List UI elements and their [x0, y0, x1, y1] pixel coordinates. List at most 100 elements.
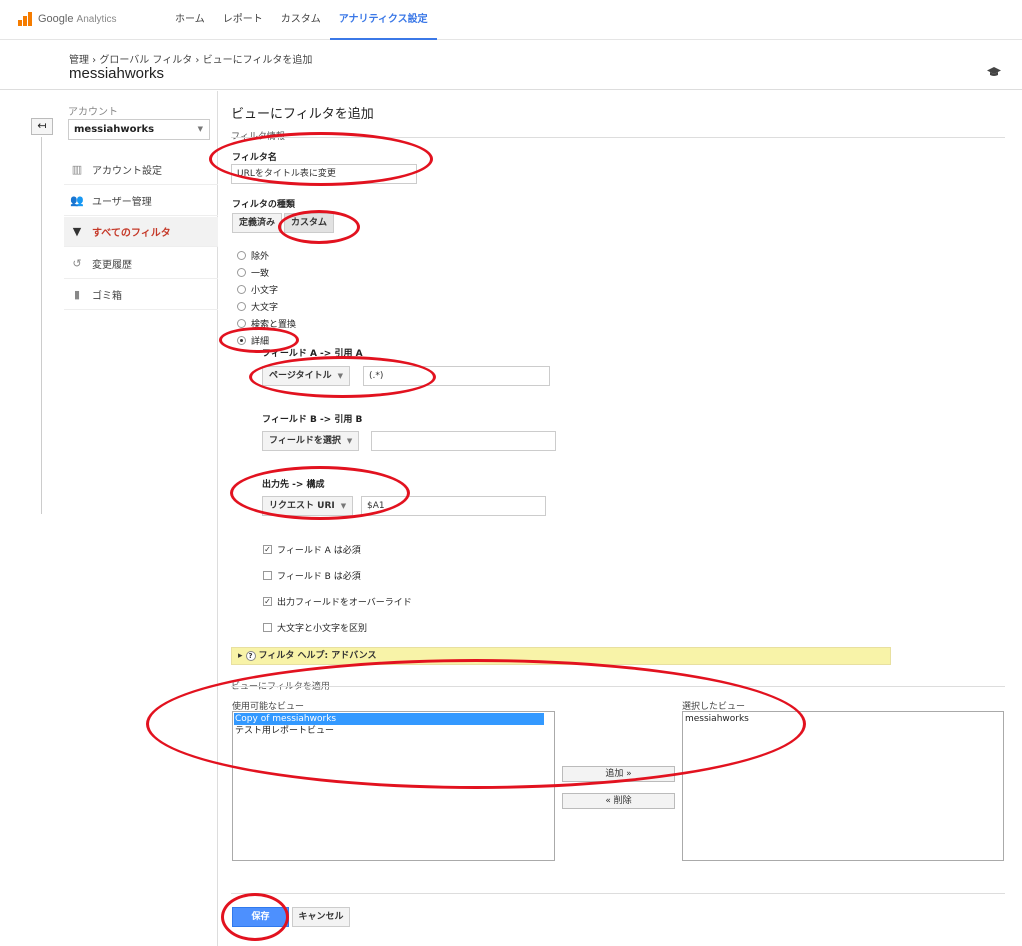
- filter-icon: ▼: [72, 224, 82, 238]
- radio-search-replace[interactable]: 検索と置換: [237, 317, 296, 330]
- checkbox-label: 大文字と小文字を区別: [277, 624, 368, 634]
- field-a-select-value: ページタイトル: [269, 371, 332, 381]
- radio-button[interactable]: [237, 319, 246, 328]
- field-b-label: フィールド B -> 引用 B: [262, 415, 363, 425]
- chevron-down-icon: ▼: [346, 437, 353, 445]
- remove-button[interactable]: « 削除: [562, 793, 675, 809]
- help-text: フィルタ ヘルプ: アドバンス: [258, 651, 377, 661]
- nav-home[interactable]: ホーム: [166, 0, 214, 40]
- field-b-select[interactable]: フィールドを選択 ▼: [262, 431, 360, 451]
- main-nav: ホーム レポート カスタム アナリティクス設定: [166, 0, 437, 40]
- users-icon: 👥: [70, 193, 84, 207]
- google-analytics-logo[interactable]: Google Analytics: [18, 12, 117, 26]
- chevron-down-icon: ▼: [340, 502, 347, 510]
- checkbox-box[interactable]: ✓: [263, 545, 272, 554]
- history-icon: ↺: [72, 256, 82, 270]
- tab-custom[interactable]: カスタム: [284, 213, 335, 233]
- section-divider: [231, 893, 1005, 894]
- top-bar: Google Analytics ホーム レポート カスタム アナリティクス設定: [0, 0, 1022, 40]
- logo-text: Google Analytics: [38, 13, 117, 25]
- filter-name-label: フィルタ名: [232, 153, 277, 163]
- save-button[interactable]: 保存: [232, 907, 289, 927]
- sidebar-item-label: すべてのフィルタ: [92, 228, 171, 239]
- nav-custom[interactable]: カスタム: [272, 0, 330, 40]
- tab-predefined[interactable]: 定義済み: [232, 213, 283, 233]
- radio-button[interactable]: [237, 268, 246, 277]
- checkbox-field-b-required[interactable]: フィールド B は必須: [263, 569, 361, 582]
- cancel-button[interactable]: キャンセル: [292, 907, 350, 927]
- expand-arrow-icon: ▸: [238, 651, 243, 661]
- checkbox-override-output[interactable]: ✓ 出力フィールドをオーバーライド: [263, 595, 412, 608]
- analytics-logo-icon: [18, 12, 34, 26]
- chevron-down-icon: ▼: [337, 372, 344, 380]
- list-item[interactable]: messiahworks: [684, 713, 1002, 725]
- output-select[interactable]: リクエスト URI ▼: [262, 496, 354, 516]
- checkbox-label: フィールド A は必須: [277, 546, 361, 556]
- nav-admin[interactable]: アナリティクス設定: [329, 0, 437, 40]
- radio-lowercase[interactable]: 小文字: [237, 283, 278, 296]
- radio-label: 除外: [251, 252, 270, 262]
- output-select-value: リクエスト URI: [269, 501, 335, 511]
- radio-button[interactable]: [237, 251, 246, 260]
- sidebar-item-trash[interactable]: ▮ ゴミ箱: [64, 280, 218, 310]
- section-filter-info: フィルタ情報: [231, 132, 285, 142]
- available-views-list[interactable]: Copy of messiahworks テスト用レポートビュー: [232, 711, 555, 861]
- sidebar-item-label: ユーザー管理: [92, 197, 152, 208]
- sidebar-item-change-history[interactable]: ↺ 変更履歴: [64, 249, 218, 279]
- radio-label: 検索と置換: [251, 320, 297, 330]
- field-a-input[interactable]: (.*): [363, 366, 550, 386]
- checkbox-box[interactable]: ✓: [263, 597, 272, 606]
- selected-views-list[interactable]: messiahworks: [682, 711, 1004, 861]
- radio-label: 一致: [251, 269, 270, 279]
- radio-exclude[interactable]: 除外: [237, 249, 269, 262]
- output-input[interactable]: $A1: [361, 496, 546, 516]
- field-b-input[interactable]: [371, 431, 556, 451]
- radio-button[interactable]: [237, 302, 246, 311]
- page-title: ビューにフィルタを追加: [231, 107, 374, 122]
- field-a-select[interactable]: ページタイトル ▼: [262, 366, 351, 386]
- checkbox-box[interactable]: [263, 623, 272, 632]
- add-button[interactable]: 追加 »: [562, 766, 675, 782]
- checkbox-label: 出力フィールドをオーバーライド: [277, 598, 412, 608]
- sidebar-item-account-settings[interactable]: ▥ アカウント設定: [64, 155, 218, 185]
- filter-help-bar[interactable]: ▸? フィルタ ヘルプ: アドバンス: [231, 647, 891, 665]
- section-divider: [231, 137, 1005, 138]
- field-a-label: フィールド A -> 引用 A: [262, 349, 363, 359]
- checkbox-box[interactable]: [263, 571, 272, 580]
- radio-include[interactable]: 一致: [237, 266, 269, 279]
- page-header: 管理 › グローバル フィルタ › ビューにフィルタを追加 messiahwor…: [0, 41, 1022, 90]
- sidebar-item-label: ゴミ箱: [92, 291, 122, 302]
- account-select[interactable]: messiahworks ▼: [68, 119, 210, 140]
- list-item[interactable]: テスト用レポートビュー: [234, 725, 553, 737]
- checkbox-case-sensitive[interactable]: 大文字と小文字を区別: [263, 621, 367, 634]
- nav-reports[interactable]: レポート: [214, 0, 272, 40]
- trash-icon: ▮: [73, 287, 81, 301]
- sidebar-item-label: アカウント設定: [92, 166, 162, 177]
- checkbox-label: フィールド B は必須: [277, 572, 361, 582]
- output-label: 出力先 -> 構成: [262, 480, 325, 490]
- sidebar-divider: [41, 137, 42, 514]
- radio-button[interactable]: [237, 285, 246, 294]
- radio-label: 大文字: [251, 303, 279, 313]
- sidebar-item-user-management[interactable]: 👥 ユーザー管理: [64, 186, 218, 216]
- list-item[interactable]: Copy of messiahworks: [234, 713, 544, 725]
- radio-button[interactable]: [237, 336, 246, 345]
- section-divider: [231, 686, 1005, 687]
- graduation-cap-icon[interactable]: [987, 67, 1001, 77]
- building-icon: ▥: [71, 162, 83, 176]
- filter-name-input[interactable]: URLをタイトル表に変更: [231, 164, 417, 184]
- main-content: ビューにフィルタを追加 フィルタ情報 フィルタ名 URLをタイトル表に変更 フィ…: [219, 91, 1022, 946]
- account-title: messiahworks: [69, 65, 165, 82]
- checkbox-field-a-required[interactable]: ✓ フィールド A は必須: [263, 543, 361, 556]
- help-icon: ?: [245, 651, 256, 661]
- sidebar-item-label: 変更履歴: [92, 260, 132, 271]
- back-button[interactable]: ↤: [31, 118, 53, 135]
- back-arrow-icon: ↤: [37, 119, 47, 132]
- sidebar-item-all-filters[interactable]: ▼ すべてのフィルタ: [64, 217, 218, 247]
- account-select-value: messiahworks: [74, 124, 155, 135]
- field-b-select-value: フィールドを選択: [269, 436, 341, 446]
- chevron-down-icon: ▼: [197, 125, 203, 133]
- account-label: アカウント: [68, 107, 118, 118]
- admin-sidebar: ↤ アカウント messiahworks ▼ ▥ アカウント設定 👥 ユーザー管…: [0, 91, 218, 946]
- radio-uppercase[interactable]: 大文字: [237, 300, 278, 313]
